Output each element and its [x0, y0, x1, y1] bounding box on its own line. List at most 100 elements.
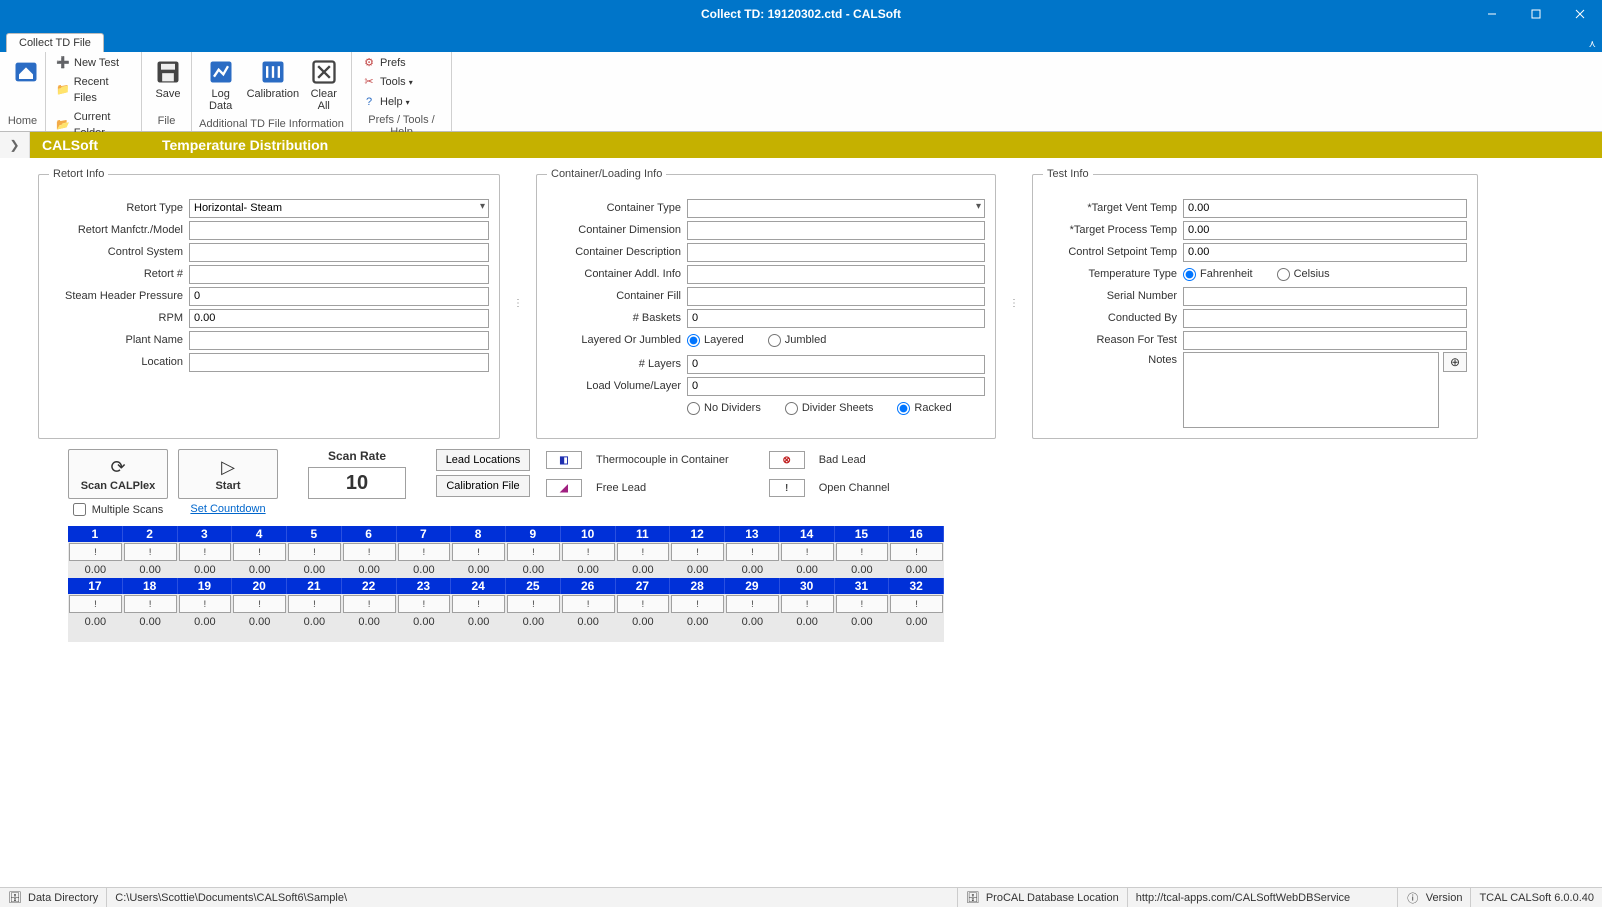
start-button[interactable]: ▷ Start [178, 449, 278, 499]
layered-radio[interactable]: Layered [687, 334, 750, 347]
channel-button[interactable]: ! [890, 543, 943, 561]
set-countdown-link[interactable]: Set Countdown [190, 503, 265, 515]
ribbon-collapse-icon[interactable]: ⋏ [1589, 39, 1596, 50]
channel-button[interactable]: ! [288, 595, 341, 613]
calibration-file-button[interactable]: Calibration File [436, 475, 530, 497]
steam-header-pressure-input[interactable] [189, 287, 489, 306]
channel-button[interactable]: ! [179, 543, 232, 561]
channel-button[interactable]: ! [233, 543, 286, 561]
channel-button[interactable]: ! [726, 543, 779, 561]
channel-button[interactable]: ! [617, 543, 670, 561]
container-dimension-input[interactable] [687, 221, 985, 240]
channel-button[interactable]: ! [69, 543, 122, 561]
prefs-button[interactable]: ⚙Prefs [356, 54, 419, 73]
channel-button[interactable]: ! [781, 595, 834, 613]
sidebar-toggle-button[interactable]: ❯ [0, 132, 30, 158]
log-data-button[interactable]: Log Data [196, 54, 245, 116]
home-button[interactable] [4, 54, 48, 92]
erase-icon [310, 58, 338, 86]
retort-type-select[interactable]: Horizontal- Steam [189, 199, 489, 218]
retort-manufacturer-input[interactable] [189, 221, 489, 240]
procal-db-path: http://tcal-apps.com/CALSoftWebDBService [1128, 888, 1398, 907]
channel-button[interactable]: ! [617, 595, 670, 613]
channel-button[interactable]: ! [726, 595, 779, 613]
help-button[interactable]: ?Help ▾ [356, 93, 419, 112]
channel-button[interactable]: ! [671, 543, 724, 561]
data-directory-status[interactable]: 🗄 Data Directory [0, 888, 107, 907]
racked-radio[interactable]: Racked [897, 402, 957, 415]
container-fill-input[interactable] [687, 287, 985, 306]
channel-button[interactable]: ! [836, 595, 889, 613]
channel-button[interactable]: ! [562, 543, 615, 561]
maximize-button[interactable] [1514, 0, 1558, 28]
channel-header: 8 [451, 526, 506, 542]
layers-input[interactable] [687, 355, 985, 374]
notes-textarea[interactable] [1183, 352, 1439, 428]
channel-button[interactable]: ! [288, 543, 341, 561]
container-type-select[interactable] [687, 199, 985, 218]
scan-rate-value[interactable]: 10 [308, 467, 406, 499]
channel-button[interactable]: ! [179, 595, 232, 613]
fahrenheit-radio[interactable]: Fahrenheit [1183, 268, 1259, 281]
new-test-button[interactable]: ➕New Test [50, 54, 137, 73]
add-note-button[interactable]: ⊕ [1443, 352, 1467, 372]
channel-button[interactable]: ! [507, 595, 560, 613]
ribbon: Home ➕New Test 📁Recent Files 📂Current Fo… [0, 52, 1602, 132]
save-button[interactable]: Save [146, 54, 190, 104]
target-vent-temp-input[interactable] [1183, 199, 1467, 218]
conducted-by-input[interactable] [1183, 309, 1467, 328]
divider-sheets-radio[interactable]: Divider Sheets [785, 402, 880, 415]
channel-button[interactable]: ! [343, 595, 396, 613]
channel-button[interactable]: ! [124, 595, 177, 613]
panel-resize-grip[interactable]: ⋮ [514, 168, 522, 439]
control-setpoint-input[interactable] [1183, 243, 1467, 262]
clear-all-button[interactable]: Clear All [300, 54, 347, 116]
sliders-icon [259, 58, 287, 86]
channel-button[interactable]: ! [452, 543, 505, 561]
no-dividers-radio[interactable]: No Dividers [687, 402, 767, 415]
channel-button[interactable]: ! [124, 543, 177, 561]
baskets-input[interactable] [687, 309, 985, 328]
reason-for-test-input[interactable] [1183, 331, 1467, 350]
channel-button[interactable]: ! [233, 595, 286, 613]
channel-button[interactable]: ! [507, 543, 560, 561]
channel-value: 0.00 [780, 562, 835, 578]
calibration-button[interactable]: Calibration [245, 54, 300, 104]
version-status[interactable]: ⓘ Version [1398, 888, 1472, 907]
channel-button[interactable]: ! [398, 543, 451, 561]
channel-button[interactable]: ! [781, 543, 834, 561]
procal-db-status[interactable]: 🗄 ProCAL Database Location [958, 888, 1128, 907]
channel-button[interactable]: ! [343, 543, 396, 561]
retort-number-input[interactable] [189, 265, 489, 284]
channel-header: 23 [397, 578, 452, 594]
container-addl-input[interactable] [687, 265, 985, 284]
test-info-panel: Test Info *Target Vent Temp *Target Proc… [1032, 168, 1478, 439]
channel-header: 5 [287, 526, 342, 542]
channel-button[interactable]: ! [836, 543, 889, 561]
lead-locations-button[interactable]: Lead Locations [436, 449, 530, 471]
close-button[interactable] [1558, 0, 1602, 28]
tools-button[interactable]: ✂Tools ▾ [356, 73, 419, 92]
channel-button[interactable]: ! [398, 595, 451, 613]
minimize-button[interactable] [1470, 0, 1514, 28]
channel-button[interactable]: ! [452, 595, 505, 613]
scan-calplex-button[interactable]: ⟳ Scan CALPlex [68, 449, 168, 499]
serial-number-input[interactable] [1183, 287, 1467, 306]
control-system-input[interactable] [189, 243, 489, 262]
panel-resize-grip[interactable]: ⋮ [1010, 168, 1018, 439]
recent-files-button[interactable]: 📁Recent Files [50, 73, 137, 108]
channel-button[interactable]: ! [69, 595, 122, 613]
channel-button[interactable]: ! [890, 595, 943, 613]
channel-button[interactable]: ! [562, 595, 615, 613]
load-volume-input[interactable] [687, 377, 985, 396]
celsius-radio[interactable]: Celsius [1277, 268, 1336, 281]
multiple-scans-checkbox[interactable] [73, 503, 86, 516]
target-process-temp-input[interactable] [1183, 221, 1467, 240]
location-input[interactable] [189, 353, 489, 372]
plant-name-input[interactable] [189, 331, 489, 350]
container-description-input[interactable] [687, 243, 985, 262]
rpm-input[interactable] [189, 309, 489, 328]
channel-button[interactable]: ! [671, 595, 724, 613]
tab-collect-td-file[interactable]: Collect TD File [6, 33, 104, 52]
jumbled-radio[interactable]: Jumbled [768, 334, 833, 347]
